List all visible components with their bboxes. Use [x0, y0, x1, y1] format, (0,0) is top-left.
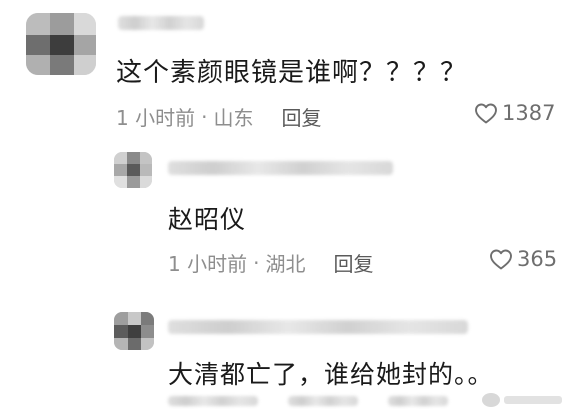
user-avatar[interactable]	[114, 312, 154, 350]
user-avatar[interactable]	[114, 152, 152, 188]
reply-button[interactable]: 回复	[281, 102, 321, 131]
comment-time: 1 小时前	[116, 106, 196, 130]
reply-button[interactable]: 回复	[333, 248, 373, 277]
meta-separator: ·	[201, 104, 208, 129]
reply-text: 大清都亡了，谁给她封的。。	[168, 360, 494, 389]
meta-separator: ·	[253, 250, 260, 275]
like-count: 365	[517, 247, 558, 271]
username-blurred[interactable]	[168, 320, 468, 334]
watermark	[482, 393, 562, 407]
weibo-logo-icon	[482, 393, 500, 407]
reply-time: 1 小时前	[168, 252, 248, 276]
like-button[interactable]: 365	[489, 247, 557, 271]
reply-meta: 1 小时前 · 湖北 回复	[168, 248, 373, 277]
heart-outline-icon	[475, 103, 497, 124]
like-button[interactable]: 1387	[474, 101, 555, 125]
heart-outline-icon	[490, 249, 512, 270]
comment-meta: 1 小时前 · 山东 回复	[116, 102, 321, 131]
reply-location: 湖北	[265, 252, 306, 276]
user-avatar[interactable]	[26, 13, 96, 75]
reply-meta-cutoff	[168, 396, 448, 406]
username-blurred[interactable]	[118, 16, 204, 30]
reply-text: 赵昭仪	[168, 205, 247, 234]
comment-thread: 这个素颜眼镜是谁啊？？？？ 1 小时前 · 山东 回复 1387 赵昭仪 1 小…	[0, 0, 568, 409]
watermark-text-blurred	[504, 396, 562, 404]
comment-text: 这个素颜眼镜是谁啊？？？？	[116, 58, 468, 88]
like-count: 1387	[502, 101, 556, 125]
comment-location: 山东	[213, 106, 254, 130]
username-blurred[interactable]	[168, 161, 393, 175]
